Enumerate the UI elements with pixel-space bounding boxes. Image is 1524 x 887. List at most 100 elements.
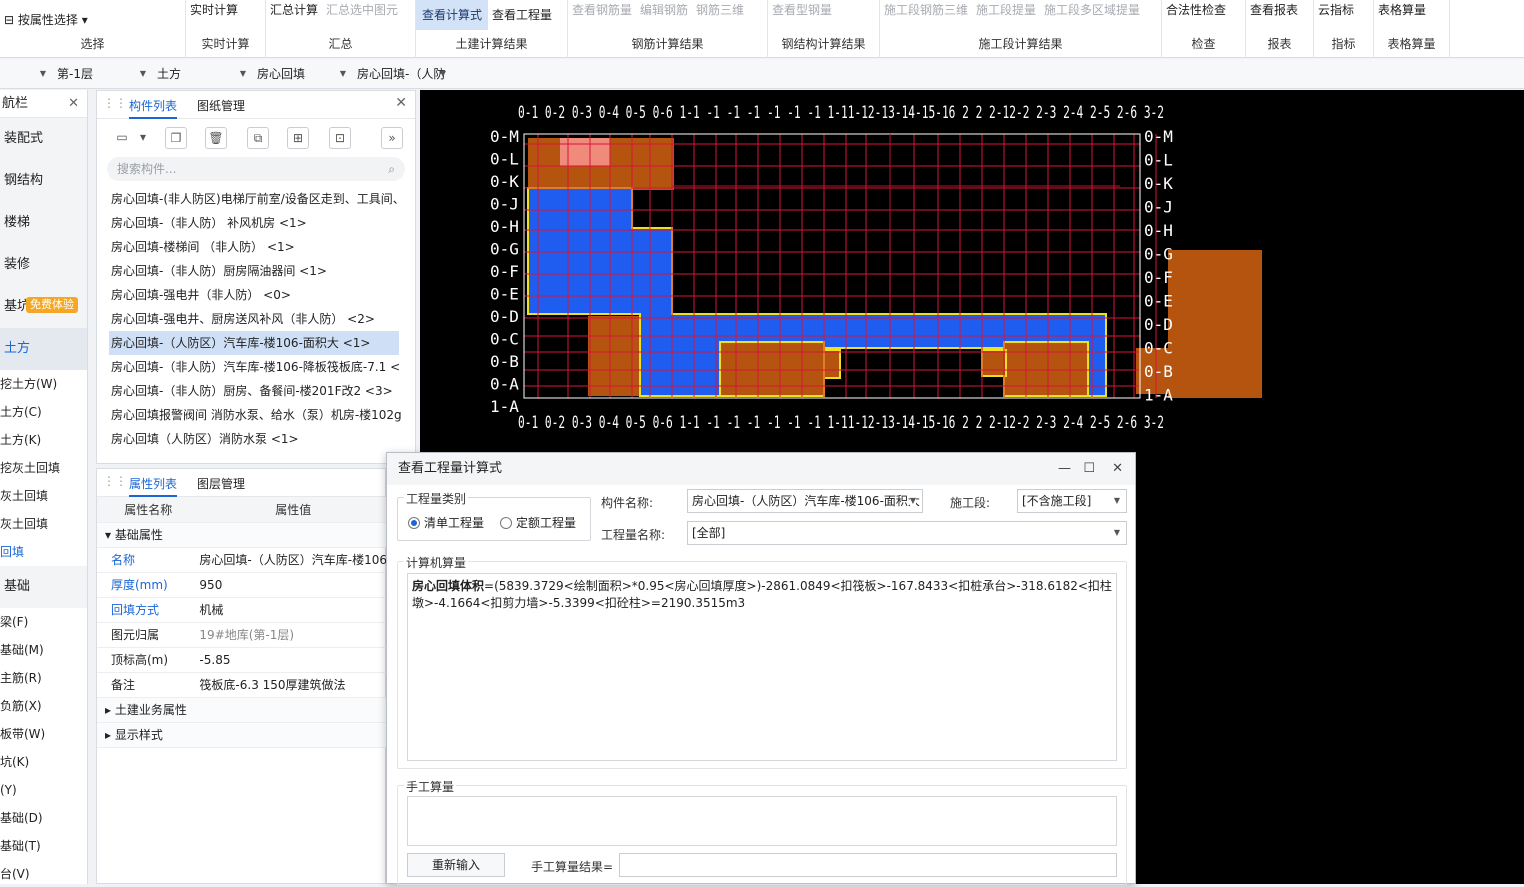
chevron-down-icon[interactable]: ▾ xyxy=(137,127,149,149)
maximize-icon[interactable]: ☐ xyxy=(1083,453,1095,485)
table-calc-button[interactable]: 表格算量 xyxy=(1374,0,1430,20)
layer-copy-icon[interactable]: ⊞ xyxy=(287,127,309,149)
nav-item[interactable]: (Y) xyxy=(0,776,87,804)
nav-item[interactable]: 基础(T) xyxy=(0,832,87,860)
nav-item[interactable]: 灰土回填 xyxy=(0,510,87,538)
floor-group-select[interactable]: ▼ xyxy=(0,64,50,84)
type-select[interactable]: 房心回填 ▼ xyxy=(254,64,350,84)
nav-item[interactable]: 梁(F) xyxy=(0,608,87,636)
copy-icon[interactable]: ❐ xyxy=(165,127,187,149)
tab-drawing-mgmt[interactable]: 图纸管理 xyxy=(197,97,245,114)
nav-cat-foundation[interactable]: 基础 xyxy=(0,566,87,608)
group-label: 土建计算结果 xyxy=(455,37,528,51)
tab-layer-mgmt[interactable]: 图层管理 xyxy=(197,475,245,492)
list-item[interactable]: 房心回填-（非人防）厨房隔油器间 <1> xyxy=(97,259,415,283)
prop-value[interactable]: 房心回填-（人防区）汽车库-楼106 xyxy=(193,547,387,573)
nav-item[interactable]: 土方(K) xyxy=(0,426,87,454)
group-label: 施工段计算结果 xyxy=(978,37,1063,51)
cloud-index-button[interactable]: 云指标 xyxy=(1314,0,1358,20)
qty-name-select[interactable]: [全部] ▼ xyxy=(687,521,1127,545)
summary-selected-button[interactable]: 汇总选中图元 xyxy=(322,0,402,20)
nav-cat-prefab[interactable]: 装配式 xyxy=(0,118,87,160)
category-select[interactable]: 土方 ▼ xyxy=(154,64,250,84)
component-name-select[interactable]: 房心回填-（人防区）汽车库-楼106-面积大 ▼ xyxy=(687,489,923,513)
section-basic[interactable]: ▾ 基础属性 xyxy=(97,522,387,548)
component-select[interactable]: 房心回填-（人防 ▼ xyxy=(354,64,450,84)
list-item[interactable]: 房心回填-强电井、厨房送风补风（非人防） <2> xyxy=(97,307,415,331)
rebar-3d-button[interactable]: 钢筋三维 xyxy=(692,0,748,20)
prop-value[interactable]: 19#地库(第-1层) xyxy=(193,622,387,648)
component-search-input[interactable]: 搜索构件... ⌕ xyxy=(107,157,405,181)
floor-select[interactable]: 第-1层 ▼ xyxy=(54,64,150,84)
close-icon[interactable]: ✕ xyxy=(68,90,79,118)
prop-value[interactable]: 950 xyxy=(193,572,387,598)
list-item[interactable]: 房心回填-（非人防） 补风机房 <1> xyxy=(97,211,415,235)
list-item[interactable]: 房心回填-(非人防区)电梯厅前室/设备区走到、工具间、 xyxy=(97,187,415,211)
nav-cat-stairs[interactable]: 楼梯 xyxy=(0,202,87,244)
nav-cat-pit-support[interactable]: 基坑支护免费体验 xyxy=(0,286,87,328)
list-item[interactable]: 房心回填（人防区）消防水泵 <1> xyxy=(97,427,415,451)
formula-text[interactable]: 房心回填体积=(5839.3729<绘制面积>*0.95<房心回填厚度>)-28… xyxy=(407,573,1117,761)
segment-multi-qty-button[interactable]: 施工段多区域提量 xyxy=(1040,0,1144,20)
nav-item[interactable]: 板带(W) xyxy=(0,720,87,748)
view-report-button[interactable]: 查看报表 xyxy=(1246,0,1302,20)
drag-handle-icon[interactable]: ⋮⋮ xyxy=(103,474,127,488)
view-rebar-button[interactable]: 查看钢筋量 xyxy=(568,0,636,20)
list-item[interactable]: 房心回填-楼梯间 （非人防） <1> xyxy=(97,235,415,259)
nav-item[interactable]: 挖土方(W) xyxy=(0,370,87,398)
section-display[interactable]: ▸ 显示样式 xyxy=(97,722,387,748)
prop-key: 厚度(mm) xyxy=(97,572,194,598)
nav-item[interactable]: 坑(K) xyxy=(0,748,87,776)
realtime-calc-button[interactable]: 实时计算 xyxy=(186,0,242,20)
manual-calc-textarea[interactable] xyxy=(407,796,1117,846)
edit-rebar-button[interactable]: 编辑钢筋 xyxy=(636,0,692,20)
nav-item[interactable]: 负筋(X) xyxy=(0,692,87,720)
nav-cat-decoration[interactable]: 装修 xyxy=(0,244,87,286)
prop-value[interactable]: 机械 xyxy=(193,597,387,623)
section-business[interactable]: ▸ 土建业务属性 xyxy=(97,697,387,723)
prop-value[interactable]: -5.85 xyxy=(193,647,387,673)
list-item[interactable]: 房心回填-强电井（非人防） <0> xyxy=(97,283,415,307)
segment-qty-button[interactable]: 施工段提量 xyxy=(972,0,1040,20)
tab-component-list[interactable]: 构件列表 xyxy=(129,97,178,119)
nav-item[interactable]: 基础(M) xyxy=(0,636,87,664)
delete-icon[interactable]: 🗑 xyxy=(205,127,227,149)
nav-item[interactable]: 基础(D) xyxy=(0,804,87,832)
tab-property-list[interactable]: 属性列表 xyxy=(129,475,178,497)
segment-rebar-3d-button[interactable]: 施工段钢筋三维 xyxy=(880,0,972,20)
nav-item[interactable]: 主筋(R) xyxy=(0,664,87,692)
axis-label: 0-A xyxy=(490,375,519,394)
validity-check-button[interactable]: 合法性检查 xyxy=(1162,0,1230,20)
more-icon[interactable]: » xyxy=(381,127,403,149)
duplicate-icon[interactable]: ⧉ xyxy=(247,127,269,149)
list-item-selected[interactable]: 房心回填-（人防区）汽车库-楼106-面积大 <1> xyxy=(109,331,399,355)
nav-item[interactable]: 台(V) xyxy=(0,860,87,884)
close-icon[interactable]: ✕ xyxy=(395,95,407,111)
nav-item[interactable]: 挖灰土回填 xyxy=(0,454,87,482)
view-steel-button[interactable]: 查看型钢量 xyxy=(768,0,836,20)
nav-cat-steel[interactable]: 钢结构 xyxy=(0,160,87,202)
axis-label: 0-L xyxy=(1144,151,1173,170)
list-item[interactable]: 房心回填-（非人防）汽车库-楼106-降板筏板底-7.1 < xyxy=(97,355,415,379)
segment-select[interactable]: [不含施工段] ▼ xyxy=(1017,489,1127,513)
minimize-icon[interactable]: — xyxy=(1058,453,1071,485)
radio-quota-qty[interactable]: 定额工程量 xyxy=(500,514,576,531)
new-component-icon[interactable]: ▭ xyxy=(111,127,133,149)
manual-result-input[interactable] xyxy=(619,853,1117,877)
summary-calc-button[interactable]: 汇总计算 xyxy=(266,0,322,20)
select-by-attr-button[interactable]: ⊟ 按属性选择 ▾ xyxy=(0,10,92,30)
list-item[interactable]: 房心回填报警阀间 消防水泵、给水（泵）机房-楼102g xyxy=(97,403,415,427)
radio-list-qty[interactable]: 清单工程量 xyxy=(408,514,484,531)
reinput-button[interactable]: 重新输入 xyxy=(407,853,505,877)
view-quantity-button[interactable]: 查看工程量 xyxy=(488,5,556,25)
extract-icon[interactable]: ⊡ xyxy=(329,127,351,149)
nav-item[interactable]: 灰土回填 xyxy=(0,482,87,510)
list-item[interactable]: 房心回填-（非人防）厨房、备餐间-楼201F改2 <3> xyxy=(97,379,415,403)
nav-cat-earthwork[interactable]: 土方 xyxy=(0,328,87,370)
nav-item-backfill[interactable]: 回填 xyxy=(0,538,87,566)
nav-item[interactable]: 土方(C) xyxy=(0,398,87,426)
drag-handle-icon[interactable]: ⋮⋮ xyxy=(103,96,127,110)
view-formula-button[interactable]: 查看计算式 xyxy=(416,0,489,30)
close-icon[interactable]: ✕ xyxy=(1112,453,1123,485)
prop-value[interactable]: 筏板底-6.3 150厚建筑做法 xyxy=(193,672,387,698)
